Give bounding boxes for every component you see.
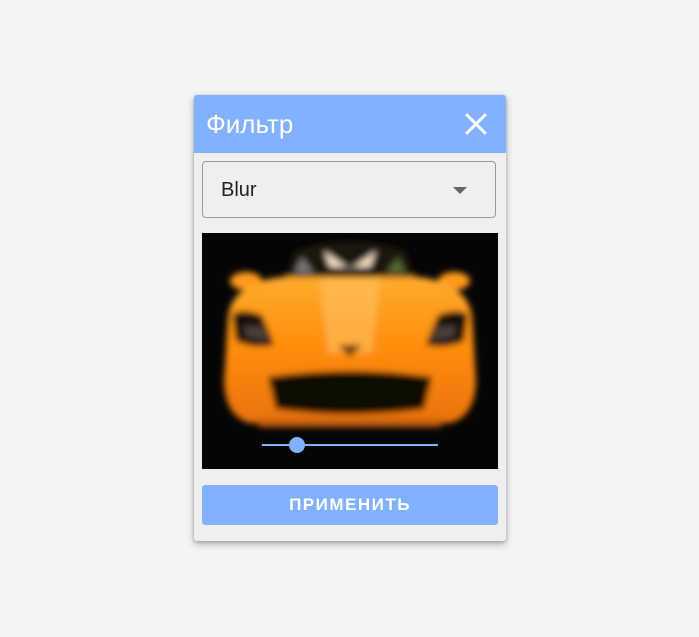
blur-slider[interactable] (262, 435, 438, 455)
car-image (202, 233, 498, 469)
filter-type-value: Blur (221, 179, 257, 201)
filter-type-select[interactable]: Blur (202, 161, 496, 218)
dialog-titlebar: Фильтр (194, 95, 506, 153)
dialog-title: Фильтр (206, 109, 294, 139)
filter-dialog: Фильтр Blur ПРИМЕНИТЬ (194, 95, 506, 541)
close-icon[interactable] (464, 112, 488, 136)
chevron-down-icon (453, 187, 467, 194)
image-preview (202, 233, 498, 469)
slider-thumb[interactable] (289, 437, 306, 453)
apply-button[interactable]: ПРИМЕНИТЬ (202, 485, 498, 525)
